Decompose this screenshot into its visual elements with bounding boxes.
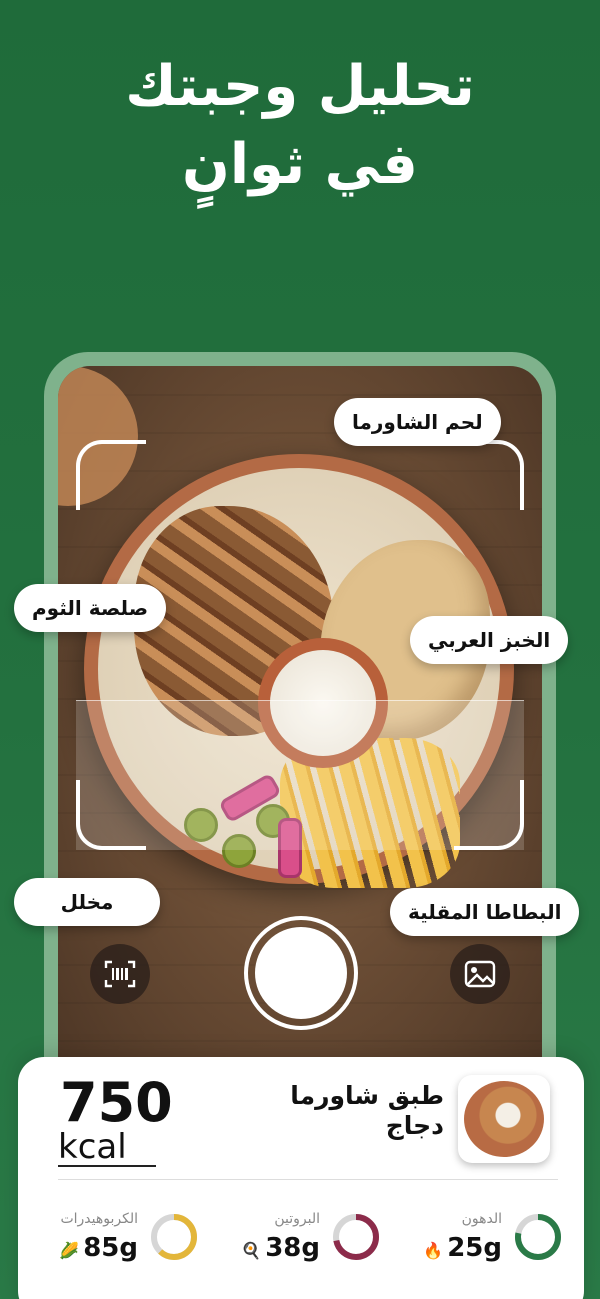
carbs-value: 85g [83, 1233, 138, 1263]
protein-progress-ring [333, 1214, 379, 1260]
tag-arabic-bread: الخبز العربي [410, 616, 569, 664]
protein-value: 38g [265, 1233, 320, 1263]
dish-thumbnail [458, 1075, 550, 1163]
nutrition-result-card[interactable]: 750 kcal طبق شاورما دجاج الكربوهيدرات 🌽 8… [18, 1057, 584, 1299]
headline-line-2: في ثوانٍ [182, 132, 418, 197]
tag-shawarma-meat: لحم الشاورما [334, 398, 501, 446]
calorie-value: 750 [60, 1071, 173, 1134]
dish-name-line-2: دجاج [385, 1111, 444, 1140]
carbs-label: الكربوهيدرات [60, 1211, 138, 1227]
card-divider [58, 1179, 558, 1180]
barcode-icon [104, 960, 136, 988]
gallery-button[interactable] [450, 944, 510, 1004]
carbs-progress-ring [151, 1214, 197, 1260]
fire-icon: 🔥 [423, 1241, 444, 1260]
scan-corner-bottom-right [454, 780, 524, 850]
capture-button[interactable] [244, 916, 358, 1030]
dish-name-line-1: طبق شاورما [290, 1081, 444, 1110]
headline-line-1: تحليل وجبتك [125, 54, 475, 119]
headline: تحليل وجبتك في ثوانٍ [0, 48, 600, 204]
fat-progress-ring [515, 1214, 561, 1260]
capture-button-inner [255, 927, 347, 1019]
corn-icon: 🌽 [59, 1241, 80, 1260]
calorie-underline [58, 1165, 156, 1167]
scan-corner-bottom-left [76, 780, 146, 850]
tag-pickles: مخلل [14, 878, 160, 926]
fat-label: الدهون [461, 1211, 502, 1227]
protein-label: البروتين [274, 1211, 320, 1227]
fat-value: 25g [447, 1233, 502, 1263]
macro-protein: البروتين 🍳 38g [210, 1207, 380, 1277]
tag-garlic-sauce: صلصة الثوم [14, 584, 167, 632]
macro-fat: الدهون 🔥 25g [392, 1207, 562, 1277]
macro-carbs: الكربوهيدرات 🌽 85g [28, 1207, 198, 1277]
tag-fries: البطاطا المقلية [390, 888, 580, 936]
dish-thumbnail-image [464, 1081, 544, 1157]
dish-name: طبق شاورما دجاج [244, 1081, 444, 1141]
gallery-icon [464, 960, 496, 988]
scan-corner-top-left [76, 440, 146, 510]
egg-icon: 🍳 [241, 1241, 262, 1260]
barcode-scan-button[interactable] [90, 944, 150, 1004]
scan-corner-top-right [454, 440, 524, 510]
calorie-unit: kcal [58, 1127, 127, 1167]
